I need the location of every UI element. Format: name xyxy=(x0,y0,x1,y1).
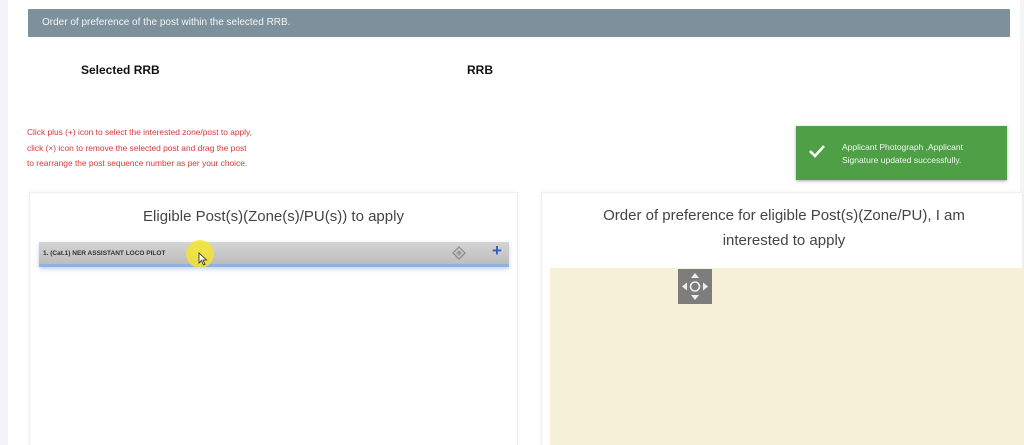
post-item[interactable]: 1. (Cat.1) NER ASSISTANT LOCO PILOT + xyxy=(39,240,509,268)
toast-line: Signature updated successfully. xyxy=(842,154,962,165)
drag-handle-icon[interactable] xyxy=(452,246,466,260)
toast-message: Applicant Photograph ,Applicant Signatur… xyxy=(842,140,963,167)
instruction-line: Click plus (+) icon to select the intere… xyxy=(27,127,252,137)
success-toast[interactable]: Applicant Photograph ,Applicant Signatur… xyxy=(796,126,1007,180)
preference-drop-area[interactable] xyxy=(550,268,1024,445)
preference-panel: Order of preference for eligible Post(s)… xyxy=(541,192,1024,445)
selected-rrb-label: Selected RRB xyxy=(81,63,160,77)
section-header-text: Order of preference of the post within t… xyxy=(42,17,291,28)
mouse-cursor-icon xyxy=(198,252,208,266)
instruction-line: to rearrange the post sequence number as… xyxy=(27,158,248,168)
preference-panel-title: Order of preference for eligible Post(s)… xyxy=(603,207,965,249)
add-post-plus-icon[interactable]: + xyxy=(492,241,502,261)
check-icon xyxy=(808,144,830,162)
eligible-posts-panel: Eligible Post(s)(Zone(s)/PU(s)) to apply… xyxy=(29,192,518,445)
move-arrows-icon[interactable] xyxy=(678,269,712,304)
instruction-line: click (×) icon to remove the selected po… xyxy=(27,142,247,153)
toast-line: Applicant Photograph ,Applicant xyxy=(842,141,963,152)
post-item-label: 1. (Cat.1) NER ASSISTANT LOCO PILOT xyxy=(43,250,166,257)
rrb-label: RRB xyxy=(467,63,493,77)
eligible-panel-title: Eligible Post(s)(Zone(s)/PU(s)) to apply xyxy=(143,208,404,225)
instructions-text: Click plus (+) icon to select the intere… xyxy=(27,125,317,172)
section-header: Order of preference of the post within t… xyxy=(28,9,1010,37)
